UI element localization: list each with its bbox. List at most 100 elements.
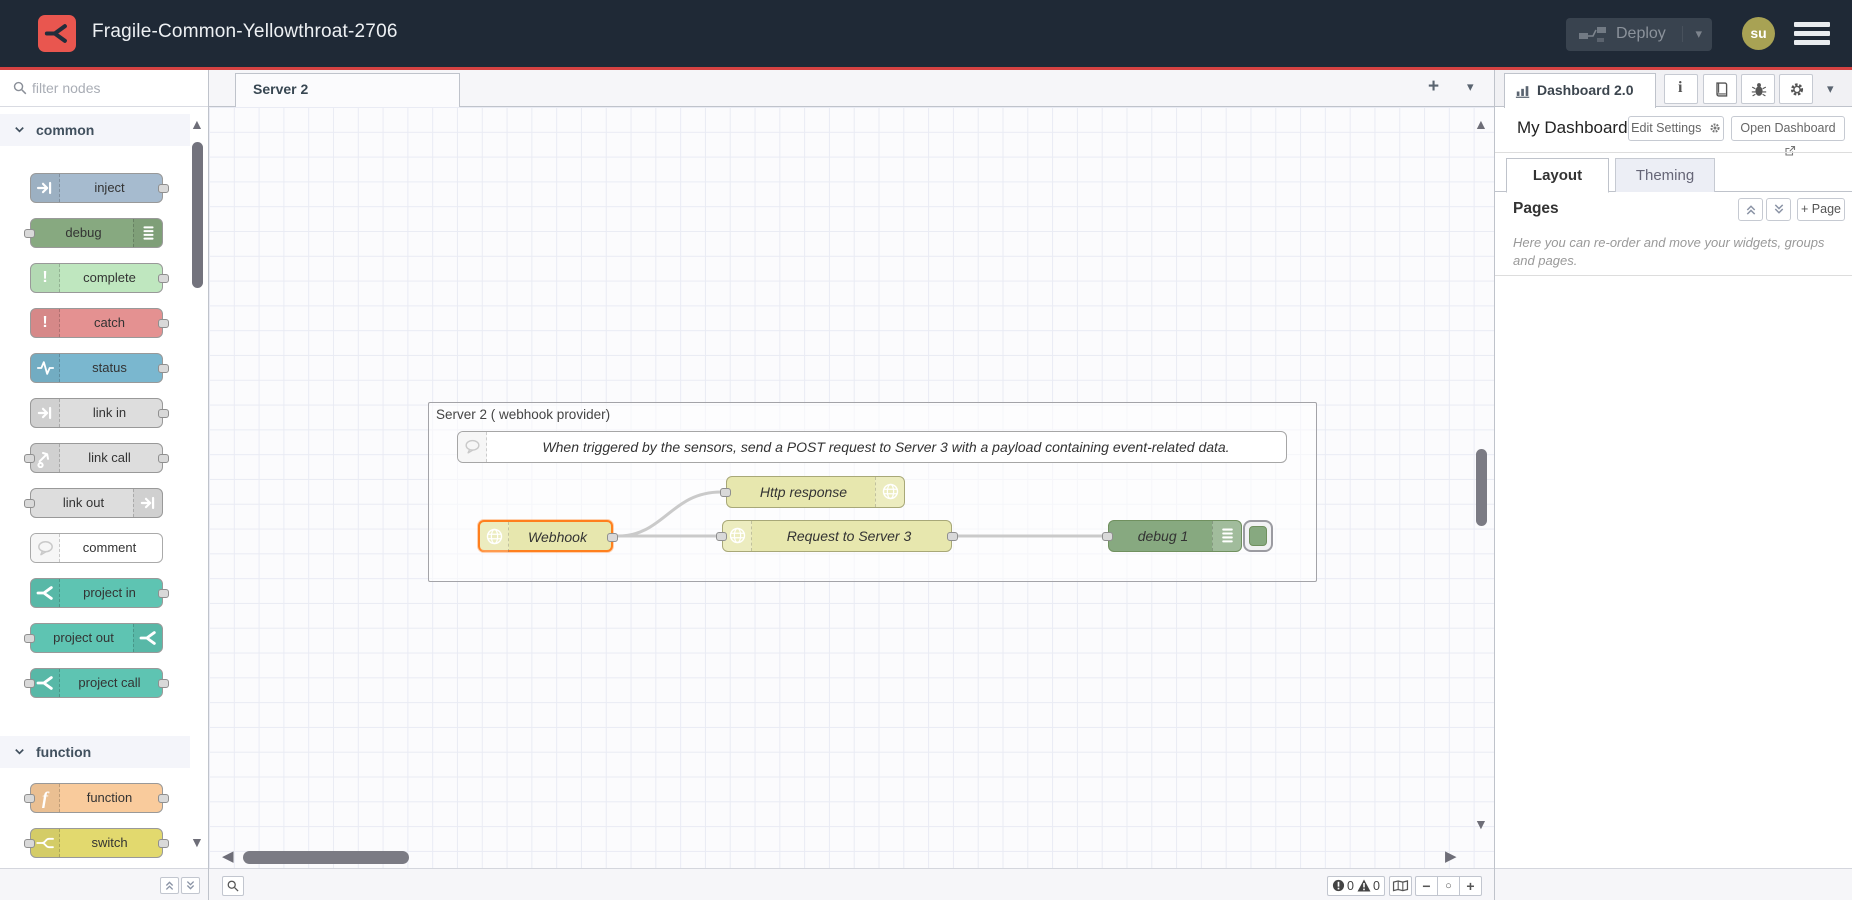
palette-node-project-in[interactable]: project in [30, 578, 163, 608]
palette-node-label: inject [61, 174, 158, 202]
output-port[interactable] [607, 533, 618, 542]
main-menu-icon[interactable] [1794, 22, 1830, 46]
comment-node[interactable]: When triggered by the sensors, send a PO… [457, 431, 1287, 463]
palette-category-function[interactable]: function [0, 736, 190, 768]
divider [1495, 275, 1852, 276]
input-port [24, 634, 35, 643]
group-label: Server 2 ( webhook provider) [436, 407, 610, 422]
comment-text: When triggered by the sensors, send a PO… [494, 432, 1278, 462]
output-port [158, 679, 169, 688]
palette-node-status[interactable]: status [30, 353, 163, 383]
double-chevron-up-icon [1744, 203, 1758, 216]
input-port [24, 794, 35, 803]
open-dashboard-label: Open Dashboard [1740, 121, 1835, 135]
palette-filter-input[interactable] [32, 76, 192, 100]
palette-footer [0, 868, 208, 900]
settings-tab-button[interactable] [1779, 74, 1813, 104]
node-label: Webhook [510, 522, 605, 552]
input-port[interactable] [1102, 532, 1113, 541]
palette-node-link-in[interactable]: link in [30, 398, 163, 428]
external-link-icon [1784, 145, 1796, 157]
deploy-dropdown-caret-icon[interactable]: ▾ [1682, 26, 1702, 42]
function-f-icon: f [31, 784, 60, 812]
palette-scrollbar-thumb[interactable] [192, 142, 203, 288]
node-label: Request to Server 3 [753, 521, 945, 551]
bug-icon [1751, 81, 1767, 98]
palette-node-project-call[interactable]: project call [30, 668, 163, 698]
palette-node-link-out[interactable]: link out [30, 488, 163, 518]
palette-node-catch[interactable]: ! catch [30, 308, 163, 338]
palette-category-common[interactable]: common [0, 114, 190, 146]
move-page-up-button[interactable] [1738, 198, 1763, 221]
add-page-button[interactable]: + Page [1797, 198, 1845, 221]
open-dashboard-button[interactable]: Open Dashboard [1731, 116, 1845, 141]
edit-settings-label: Edit Settings [1631, 121, 1701, 135]
palette-node-switch[interactable]: switch [30, 828, 163, 858]
palette-node-project-out[interactable]: project out [30, 623, 163, 653]
palette-node-function[interactable]: f function [30, 783, 163, 813]
palette-node-label: comment [61, 534, 158, 562]
sidebar-footer [1495, 868, 1852, 900]
palette-collapse-all-button[interactable] [160, 877, 179, 894]
output-port [158, 274, 169, 283]
book-icon [1713, 81, 1729, 98]
input-port [24, 229, 35, 238]
deploy-icon [1578, 26, 1608, 43]
info-icon: i [1678, 79, 1682, 97]
node-red-icon [31, 579, 60, 607]
output-port [158, 794, 169, 803]
inject-arrow-icon [31, 174, 60, 202]
palette-scroll-down-icon[interactable]: ▼ [190, 834, 204, 850]
palette-node-label: catch [61, 309, 158, 337]
help-tab-button[interactable] [1703, 74, 1737, 104]
tab-dashboard-2[interactable]: Dashboard 2.0 [1504, 73, 1656, 108]
palette-search[interactable] [0, 70, 208, 107]
palette-node-label: switch [61, 829, 158, 857]
palette-node-comment[interactable]: comment [30, 533, 163, 563]
dashboard-title: My Dashboard [1517, 118, 1628, 138]
node-http-response[interactable]: Http response [726, 476, 905, 508]
palette-expand-all-button[interactable] [181, 877, 200, 894]
output-port[interactable] [947, 532, 958, 541]
tab-theming[interactable]: Theming [1615, 158, 1715, 192]
palette-node-complete[interactable]: ! complete [30, 263, 163, 293]
flow-canvas[interactable]: Server 2 + ▾ Server 2 ( webhook provider… [209, 70, 1494, 900]
bar-chart-icon [1515, 84, 1531, 99]
globe-icon [875, 477, 904, 507]
output-port [158, 454, 169, 463]
double-chevron-up-icon [163, 880, 176, 891]
palette-node-label: complete [61, 264, 158, 292]
palette-node-link-call[interactable]: link call [30, 443, 163, 473]
palette-node-debug[interactable]: debug [30, 218, 163, 248]
info-tab-button[interactable]: i [1664, 74, 1698, 104]
globe-icon [480, 522, 509, 552]
palette-node-inject[interactable]: inject [30, 173, 163, 203]
input-port[interactable] [716, 532, 727, 541]
palette-node-label: link call [61, 444, 158, 472]
search-icon [12, 80, 28, 96]
sidebar-tabbar: Dashboard 2.0 i ▾ [1495, 70, 1852, 107]
add-page-label: + Page [1801, 202, 1841, 216]
input-port[interactable] [720, 488, 731, 497]
sidebar-menu-caret-icon[interactable]: ▾ [1827, 81, 1834, 97]
switch-fork-icon [31, 829, 60, 857]
category-label: common [36, 114, 94, 146]
chevron-down-icon [13, 745, 26, 758]
debug-enable-toggle[interactable] [1243, 520, 1273, 552]
output-port [158, 839, 169, 848]
divider [1495, 152, 1852, 153]
debug-tab-button[interactable] [1741, 74, 1775, 104]
palette-node-label: project out [35, 624, 132, 652]
deploy-button[interactable]: Deploy ▾ [1566, 18, 1712, 51]
node-debug-1[interactable]: debug 1 [1108, 520, 1242, 552]
palette-scroll-up-icon[interactable]: ▲ [190, 116, 204, 132]
flow-tab-server-2[interactable]: Server 2 [235, 73, 460, 107]
tab-layout[interactable]: Layout [1506, 158, 1609, 193]
user-avatar[interactable]: su [1742, 17, 1775, 50]
node-request-to-server-3[interactable]: Request to Server 3 [722, 520, 952, 552]
chevron-down-icon [13, 123, 26, 136]
double-chevron-down-icon [184, 880, 197, 891]
node-webhook[interactable]: Webhook [478, 520, 613, 552]
move-page-down-button[interactable] [1766, 198, 1791, 221]
edit-settings-button[interactable]: Edit Settings [1628, 116, 1724, 141]
